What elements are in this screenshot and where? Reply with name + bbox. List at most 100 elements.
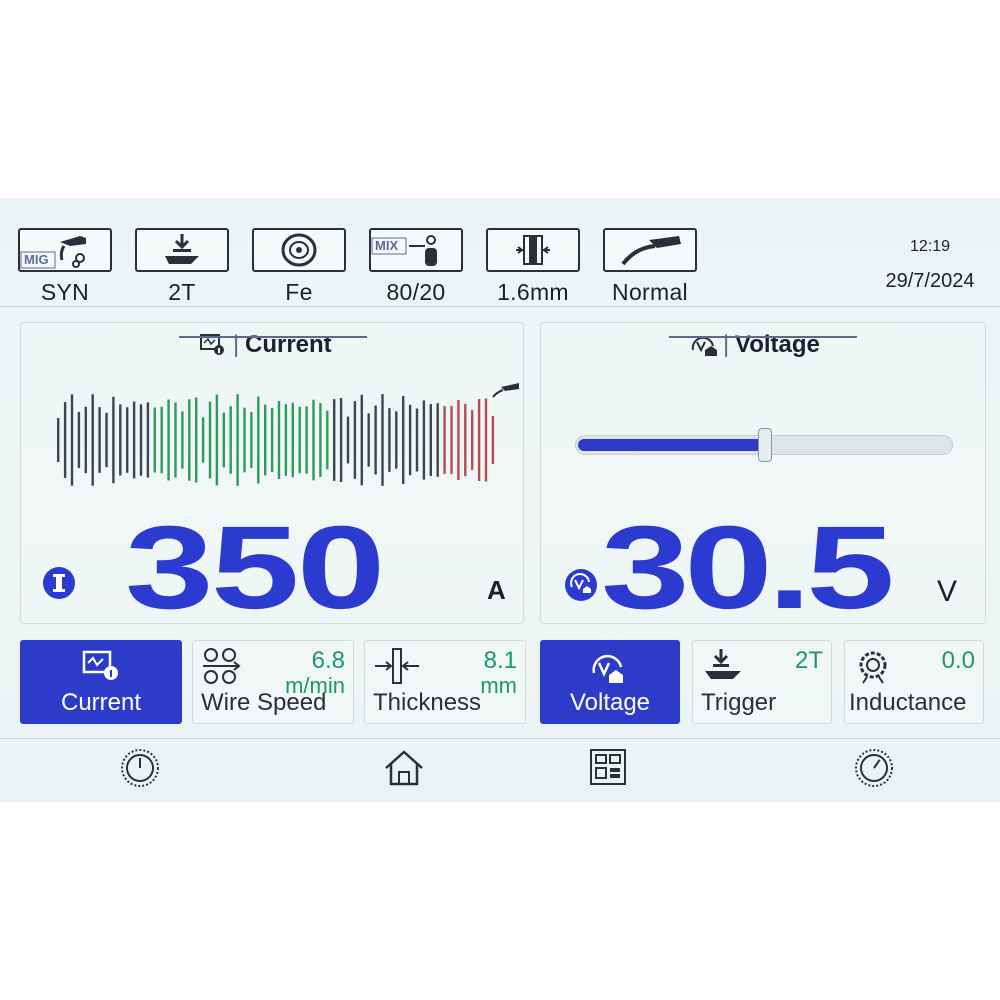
param-trigger-button[interactable]: 2T Trigger <box>692 640 832 724</box>
param-name: Inductance <box>849 689 967 716</box>
param-wire-speed-button[interactable]: 6.8 m/min Wire Speed <box>192 640 354 724</box>
left-knob-icon[interactable] <box>118 746 162 790</box>
waveform-bar <box>353 401 357 479</box>
mode-label: Normal <box>612 279 688 305</box>
waveform-bar <box>77 412 81 468</box>
divider <box>0 738 1000 739</box>
trigger-icon <box>165 234 199 264</box>
voltage-gauge-icon <box>592 654 623 683</box>
waveform-bar <box>491 415 495 465</box>
voltage-slider-knob[interactable] <box>758 428 772 462</box>
svg-text:MIX: MIX <box>375 238 398 253</box>
waveform-bar <box>70 394 74 486</box>
mode-trigger[interactable]: 2T <box>135 228 229 306</box>
waveform-bar <box>132 401 136 479</box>
waveform-bar <box>146 402 150 478</box>
current-unit: A <box>487 575 506 605</box>
waveform-bar <box>229 406 232 474</box>
mode-label: Fe <box>285 279 313 305</box>
waveform-bar <box>201 417 205 463</box>
waveform-bar <box>188 399 191 481</box>
welding-torch-icon <box>621 236 681 266</box>
waveform-bar <box>84 406 87 474</box>
clock-date: 29/7/2024 <box>885 270 975 292</box>
waveform-bar <box>360 394 363 486</box>
waveform-bar <box>346 416 350 464</box>
waveform-bar <box>319 403 322 477</box>
waveform-bar <box>298 406 301 474</box>
thickness-icon <box>375 648 419 684</box>
right-knob-icon[interactable] <box>852 746 896 790</box>
waveform-bar <box>305 406 308 474</box>
mode-material[interactable]: Fe <box>252 228 346 306</box>
waveform-bar <box>264 404 267 476</box>
current-info-icon <box>43 567 75 599</box>
param-name: Trigger <box>701 689 777 716</box>
param-value: 0.0 <box>941 647 975 674</box>
current-monitor-icon <box>82 650 118 680</box>
voltage-slider-fill <box>578 439 764 451</box>
wire-diameter-icon <box>516 235 550 265</box>
param-value: 2T <box>794 647 823 674</box>
current-value: 350 <box>125 502 385 634</box>
waveform-bar <box>126 407 129 473</box>
waveform-bar <box>119 404 122 476</box>
param-value: 6.8 <box>311 647 345 674</box>
waveform-bar <box>388 408 391 472</box>
voltage-slider[interactable] <box>575 428 953 462</box>
mode-gas[interactable]: MIX 80/20 <box>369 228 463 306</box>
mode-label: SYN <box>40 279 90 305</box>
current-waveform <box>57 394 495 486</box>
param-thickness-button[interactable]: 8.1 mm Thickness <box>364 640 526 724</box>
waveform-bar <box>402 396 405 484</box>
wire-spool-icon <box>281 233 317 267</box>
waveform-bar <box>63 402 67 478</box>
waveform-bar <box>381 394 384 486</box>
menu-grid-icon[interactable] <box>586 746 630 790</box>
mode-torch[interactable]: Normal <box>603 228 697 306</box>
waveform-bar <box>326 410 329 470</box>
waveform-bar <box>457 399 460 481</box>
param-name: Current <box>60 689 142 716</box>
param-current-button[interactable]: Current <box>20 640 182 724</box>
waveform-bar <box>408 404 412 476</box>
gas-cylinder-icon: MIX <box>371 235 437 266</box>
waveform-bar <box>422 400 426 480</box>
param-unit: mm <box>480 673 517 698</box>
home-icon[interactable] <box>382 746 426 790</box>
waveform-bar <box>484 398 488 482</box>
torch-indicator-icon <box>492 383 519 398</box>
waveform-bar <box>139 404 143 476</box>
param-name: Thickness <box>373 689 482 716</box>
waveform-bar <box>98 407 101 473</box>
param-voltage-button[interactable]: Voltage <box>540 640 680 724</box>
mode-label: 80/20 <box>386 279 446 305</box>
welder-screen: MIG SYN 2T Fe MIX 80/20 1.6mm Normal 12:… <box>0 198 1000 802</box>
voltage-info-icon <box>565 569 597 601</box>
voltage-panel[interactable]: | Voltage 30.5 V <box>540 322 986 627</box>
mode-label: 2T <box>168 279 196 305</box>
waveform-bar <box>312 399 315 481</box>
mode-wire-diameter[interactable]: 1.6mm <box>486 228 580 306</box>
param-inductance-button[interactable]: 0.0 Inductance <box>844 640 984 724</box>
param-value: 8.1 <box>483 647 517 674</box>
current-panel[interactable]: | Current 350 A <box>20 322 524 634</box>
waveform-bar <box>195 397 198 483</box>
waveform-bar <box>339 397 343 483</box>
waveform-bar <box>174 402 177 478</box>
inductance-coil-icon <box>859 651 887 684</box>
waveform-bar <box>395 411 398 469</box>
waveform-bar <box>291 402 294 478</box>
param-name: Voltage <box>569 689 651 716</box>
waveform-bar <box>112 396 115 484</box>
mode-process[interactable]: MIG SYN <box>18 228 112 306</box>
waveform-bar <box>167 399 170 481</box>
waveform-bar <box>181 411 184 469</box>
svg-text:MIG: MIG <box>24 252 49 267</box>
mig-torch-icon: MIG <box>20 236 86 269</box>
waveform-bar <box>450 405 453 475</box>
waveform-bar <box>250 412 253 468</box>
waveform-bar <box>222 412 225 468</box>
mode-label: 1.6mm <box>497 279 569 305</box>
waveform-bar <box>284 404 288 476</box>
